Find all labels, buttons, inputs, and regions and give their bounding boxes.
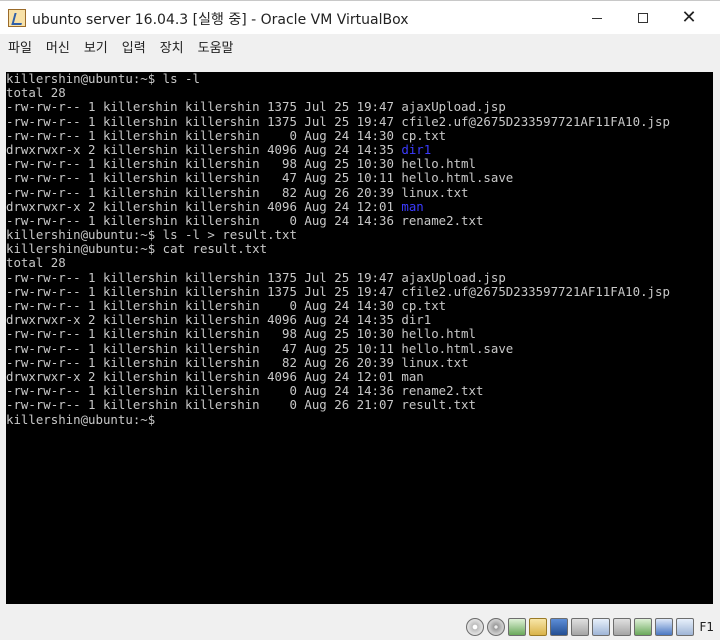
- maximize-button[interactable]: [620, 1, 666, 35]
- keyboard-icon[interactable]: [676, 618, 695, 636]
- console-text: drwxrwxr-x 2 killershin killershin 4096 …: [6, 312, 432, 328]
- console-text: -rw-rw-r-- 1 killershin killershin 82 Au…: [6, 354, 469, 370]
- console-text: total 28: [6, 85, 66, 101]
- menu-file[interactable]: 파일: [8, 37, 32, 56]
- console-line: drwxrwxr-x 2 killershin killershin 4096 …: [6, 141, 670, 157]
- console-line: -rw-rw-r-- 1 killershin killershin 82 Au…: [6, 354, 670, 370]
- console-line: -rw-rw-r-- 1 killershin killershin 0 Aug…: [6, 127, 670, 143]
- console-text: drwxrwxr-x 2 killershin killershin 4096 …: [6, 368, 424, 384]
- network-icon[interactable]: [571, 618, 590, 636]
- console-text: killershin@ubuntu:~$ ls -l: [6, 71, 200, 86]
- close-icon: ✕: [681, 7, 697, 28]
- console-line: -rw-rw-r-- 1 killershin killershin 0 Aug…: [6, 298, 670, 313]
- menu-help[interactable]: 도움말: [198, 37, 234, 56]
- console-line: -rw-rw-r-- 1 killershin killershin 82 Au…: [6, 184, 670, 200]
- console-line: -rw-rw-r-- 1 killershin killershin 98 Au…: [6, 327, 670, 341]
- console-text: -rw-rw-r-- 1 killershin killershin 0 Aug…: [6, 383, 484, 399]
- minimize-button[interactable]: [574, 1, 620, 35]
- console-line: -rw-rw-r-- 1 killershin killershin 0 Aug…: [6, 398, 670, 412]
- console-line: drwxrwxr-x 2 killershin killershin 4096 …: [6, 368, 670, 384]
- clipboard-icon[interactable]: [613, 618, 632, 636]
- console-text: -rw-rw-r-- 1 killershin killershin 0 Aug…: [6, 127, 447, 143]
- console-text: killershin@ubuntu:~$: [6, 411, 163, 427]
- console-line: killershin@ubuntu:~$: [6, 411, 670, 427]
- host-key-arrow-icon[interactable]: [655, 618, 674, 636]
- virtualbox-app-icon: [8, 9, 26, 27]
- recording-icon[interactable]: [592, 618, 611, 636]
- menu-machine[interactable]: 머신: [46, 37, 70, 56]
- console-directory-name: man: [401, 198, 424, 214]
- console-line: -rw-rw-r-- 1 killershin killershin 1375 …: [6, 283, 670, 299]
- console-directory-name: dir1: [401, 141, 432, 157]
- title-bar: ubunto server 16.04.3 [실행 중] - Oracle VM…: [0, 0, 720, 34]
- console-text: -rw-rw-r-- 1 killershin killershin 1375 …: [6, 113, 670, 129]
- console-text: killershin@ubuntu:~$ cat result.txt: [6, 241, 268, 257]
- console-text: -rw-rw-r-- 1 killershin killershin 1375 …: [6, 99, 506, 115]
- shared-folder-icon[interactable]: [529, 618, 548, 636]
- console-text: drwxrwxr-x 2 killershin killershin 4096 …: [6, 198, 402, 214]
- console-line: drwxrwxr-x 2 killershin killershin 4096 …: [6, 198, 670, 214]
- console-text: -rw-rw-r-- 1 killershin killershin 0 Aug…: [6, 212, 484, 228]
- minimize-icon: [592, 17, 602, 19]
- window-title: ubunto server 16.04.3 [실행 중] - Oracle VM…: [32, 12, 409, 28]
- console-line: drwxrwxr-x 2 killershin killershin 4096 …: [6, 313, 670, 327]
- usb-icon[interactable]: [508, 618, 527, 636]
- close-button[interactable]: ✕: [666, 1, 712, 35]
- console-text: -rw-rw-r-- 1 killershin killershin 47 Au…: [6, 170, 514, 186]
- console-line: killershin@ubuntu:~$ cat result.txt: [6, 242, 670, 256]
- console-line: total 28: [6, 256, 670, 270]
- console-text: total 28: [6, 255, 66, 271]
- optical-drive-icon[interactable]: [487, 618, 506, 636]
- hard-disk-icon[interactable]: [466, 618, 485, 636]
- console-line: total 28: [6, 86, 670, 100]
- console-text: -rw-rw-r-- 1 killershin killershin 0 Aug…: [6, 298, 447, 313]
- console-text: drwxrwxr-x 2 killershin killershin 4096 …: [6, 141, 402, 157]
- status-icons: F1: [466, 618, 714, 636]
- console-line: -rw-rw-r-- 1 killershin killershin 1375 …: [6, 100, 670, 114]
- console-line: -rw-rw-r-- 1 killershin killershin 1375 …: [6, 113, 670, 129]
- console-line: -rw-rw-r-- 1 killershin killershin 1375 …: [6, 269, 670, 285]
- console-line: -rw-rw-r-- 1 killershin killershin 0 Aug…: [6, 384, 670, 398]
- console-text: -rw-rw-r-- 1 killershin killershin 98 Au…: [6, 156, 476, 172]
- console-text: -rw-rw-r-- 1 killershin killershin 0 Aug…: [6, 397, 476, 413]
- vm-console-screen[interactable]: killershin@ubuntu:~$ ls -l total 28 -rw-rw…: [6, 71, 713, 604]
- console-text: -rw-rw-r-- 1 killershin killershin 47 Au…: [6, 340, 514, 356]
- mouse-integration-icon[interactable]: [634, 618, 653, 636]
- console-text: -rw-rw-r-- 1 killershin killershin 1375 …: [6, 283, 670, 299]
- menu-view[interactable]: 보기: [84, 37, 108, 56]
- display-icon[interactable]: [550, 618, 569, 636]
- console-line: -rw-rw-r-- 1 killershin killershin 0 Aug…: [6, 212, 670, 228]
- console-line: -rw-rw-r-- 1 killershin killershin 47 Au…: [6, 171, 670, 185]
- maximize-icon: [638, 13, 648, 23]
- console-line: -rw-rw-r-- 1 killershin killershin 98 Au…: [6, 157, 670, 171]
- status-bar: F1: [0, 612, 720, 640]
- console-line: killershin@ubuntu:~$ ls -l > result.txt: [6, 227, 670, 243]
- console-line: -rw-rw-r-- 1 killershin killershin 47 Au…: [6, 340, 670, 356]
- console-text: -rw-rw-r-- 1 killershin killershin 98 Au…: [6, 326, 476, 342]
- host-key-label: F1: [699, 620, 714, 634]
- menu-bar: 파일 머신 보기 입력 장치 도움말: [0, 34, 720, 58]
- console-text: -rw-rw-r-- 1 killershin killershin 82 Au…: [6, 184, 469, 200]
- console-text: killershin@ubuntu:~$ ls -l > result.txt: [6, 227, 297, 243]
- menu-devices[interactable]: 장치: [160, 37, 184, 56]
- console-output: killershin@ubuntu:~$ ls -l total 28 -rw-rw…: [6, 71, 670, 427]
- console-line: killershin@ubuntu:~$ ls -l: [6, 71, 670, 86]
- menu-input[interactable]: 입력: [122, 37, 146, 56]
- console-text: -rw-rw-r-- 1 killershin killershin 1375 …: [6, 269, 506, 285]
